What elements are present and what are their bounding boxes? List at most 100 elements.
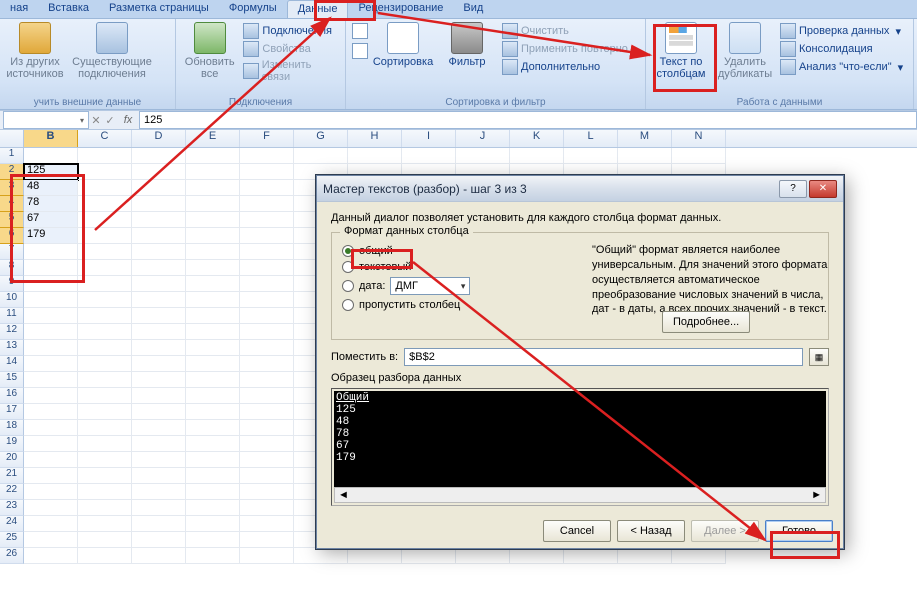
row-header[interactable]: 3: [0, 180, 24, 196]
row-header[interactable]: 2: [0, 164, 24, 180]
cell[interactable]: [78, 356, 132, 372]
row-header[interactable]: 5: [0, 212, 24, 228]
fx-icon[interactable]: fx: [117, 114, 139, 126]
cell[interactable]: [132, 436, 186, 452]
cell[interactable]: [402, 148, 456, 164]
btn-sort-asc[interactable]: А↓Я: [352, 23, 368, 39]
row-header[interactable]: 16: [0, 388, 24, 404]
cell[interactable]: [186, 340, 240, 356]
btn-sort[interactable]: Сортировка: [374, 22, 432, 96]
cell[interactable]: [24, 500, 78, 516]
column-header[interactable]: H: [348, 130, 402, 147]
cell[interactable]: [132, 228, 186, 244]
cell[interactable]: [132, 308, 186, 324]
cell[interactable]: [24, 388, 78, 404]
formula-input[interactable]: 125: [139, 111, 917, 129]
btn-edit-links[interactable]: Изменить связи: [243, 59, 339, 83]
cell[interactable]: [240, 228, 294, 244]
cell[interactable]: [672, 548, 726, 564]
tab-review[interactable]: Рецензирование: [348, 0, 453, 18]
cell[interactable]: [240, 436, 294, 452]
column-header[interactable]: K: [510, 130, 564, 147]
row-header[interactable]: 12: [0, 324, 24, 340]
cell[interactable]: [240, 388, 294, 404]
row-header[interactable]: 15: [0, 372, 24, 388]
row-header[interactable]: 8: [0, 260, 24, 276]
btn-reapply[interactable]: Применить повторно: [502, 41, 628, 57]
cell[interactable]: [186, 324, 240, 340]
cell[interactable]: [132, 340, 186, 356]
cell[interactable]: [510, 548, 564, 564]
cell[interactable]: [78, 468, 132, 484]
btn-data-validation[interactable]: Проверка данных ▾: [780, 23, 903, 39]
cell[interactable]: [186, 180, 240, 196]
column-header[interactable]: D: [132, 130, 186, 147]
cell[interactable]: [78, 324, 132, 340]
cell[interactable]: [132, 148, 186, 164]
cell[interactable]: [348, 548, 402, 564]
cell[interactable]: [240, 180, 294, 196]
cell[interactable]: [186, 548, 240, 564]
cell[interactable]: [240, 308, 294, 324]
row-header[interactable]: 23: [0, 500, 24, 516]
preview-column-header[interactable]: Общий: [336, 392, 824, 404]
row-header[interactable]: 6: [0, 228, 24, 244]
back-button[interactable]: < Назад: [617, 520, 685, 542]
cell[interactable]: [78, 180, 132, 196]
cell[interactable]: [132, 324, 186, 340]
btn-refresh-all[interactable]: Обновить все: [182, 22, 237, 96]
cell[interactable]: [186, 292, 240, 308]
cell[interactable]: [618, 548, 672, 564]
cell[interactable]: [24, 420, 78, 436]
cell[interactable]: [132, 276, 186, 292]
cell[interactable]: 125: [24, 164, 78, 180]
cell[interactable]: [240, 148, 294, 164]
row-header[interactable]: 18: [0, 420, 24, 436]
row-header[interactable]: 17: [0, 404, 24, 420]
cell[interactable]: [240, 500, 294, 516]
cell[interactable]: [348, 148, 402, 164]
cell[interactable]: [132, 292, 186, 308]
date-format-select[interactable]: ДМГ: [390, 277, 470, 295]
preview-content[interactable]: Общий 125487867179: [334, 391, 826, 487]
column-header[interactable]: N: [672, 130, 726, 147]
cell[interactable]: [402, 548, 456, 564]
cell[interactable]: [240, 404, 294, 420]
cell[interactable]: [186, 500, 240, 516]
cell[interactable]: [78, 500, 132, 516]
cell[interactable]: [294, 148, 348, 164]
advanced-button[interactable]: Подробнее...: [662, 311, 750, 333]
row-header[interactable]: 1: [0, 148, 24, 164]
cell[interactable]: [240, 244, 294, 260]
cell[interactable]: [78, 484, 132, 500]
column-header[interactable]: F: [240, 130, 294, 147]
cell[interactable]: [186, 148, 240, 164]
cell[interactable]: [186, 196, 240, 212]
column-header[interactable]: B: [24, 130, 78, 147]
column-header[interactable]: G: [294, 130, 348, 147]
cell[interactable]: [240, 212, 294, 228]
cell[interactable]: [240, 356, 294, 372]
cell[interactable]: [24, 532, 78, 548]
cell[interactable]: [24, 548, 78, 564]
cell[interactable]: [24, 324, 78, 340]
cell[interactable]: [132, 484, 186, 500]
column-header[interactable]: J: [456, 130, 510, 147]
name-box[interactable]: [3, 111, 89, 129]
row-header[interactable]: 4: [0, 196, 24, 212]
select-all-corner[interactable]: [0, 130, 24, 147]
tab-data[interactable]: Данные: [287, 0, 349, 18]
tab-home-cut[interactable]: ная: [0, 0, 38, 18]
cell[interactable]: [132, 468, 186, 484]
cell[interactable]: [186, 260, 240, 276]
row-header[interactable]: 21: [0, 468, 24, 484]
cell[interactable]: [78, 148, 132, 164]
dialog-titlebar[interactable]: Мастер текстов (разбор) - шаг 3 из 3 ? ✕: [317, 176, 843, 202]
cell[interactable]: [78, 276, 132, 292]
row-header[interactable]: 13: [0, 340, 24, 356]
cell[interactable]: [240, 324, 294, 340]
cell[interactable]: [186, 372, 240, 388]
btn-existing-connections[interactable]: Существующие подключения: [70, 22, 154, 96]
column-header[interactable]: E: [186, 130, 240, 147]
destination-input[interactable]: $B$2: [404, 348, 803, 366]
